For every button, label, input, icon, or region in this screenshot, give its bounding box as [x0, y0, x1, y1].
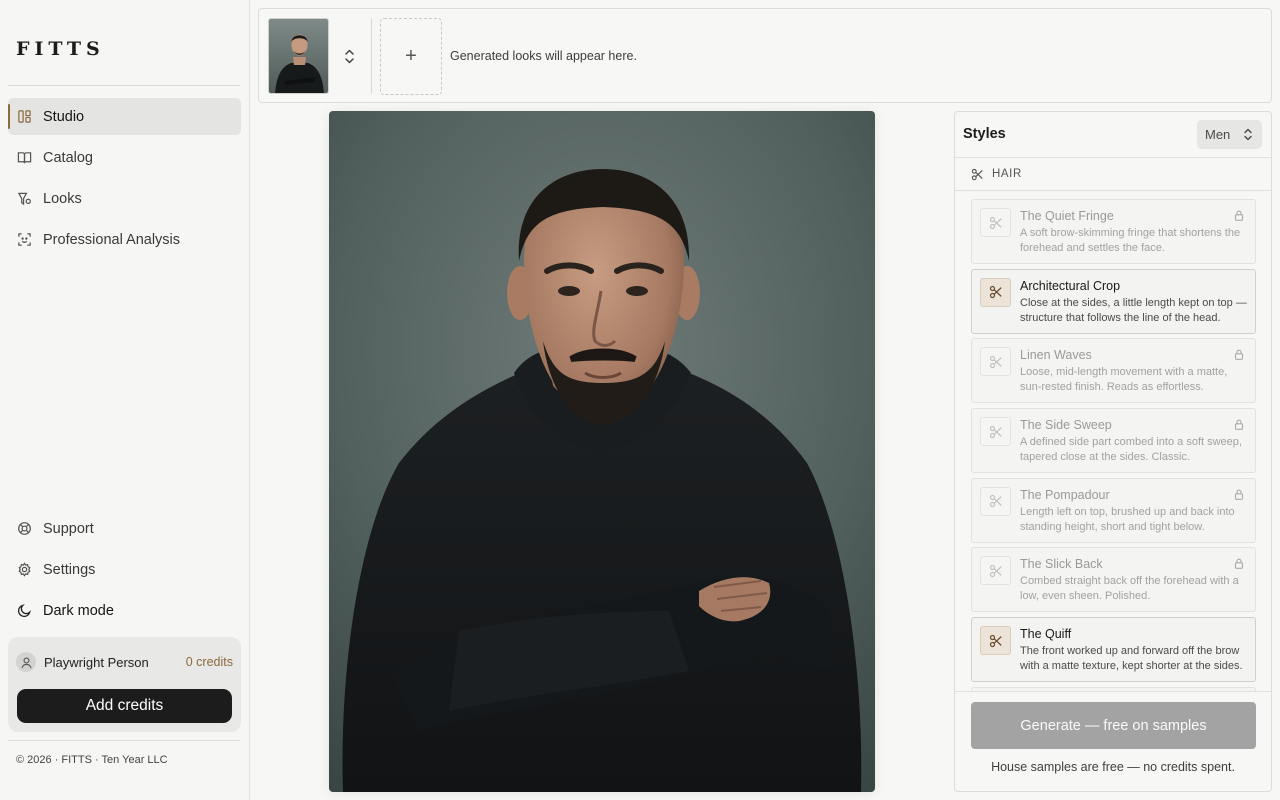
gender-select[interactable]: Men: [1197, 120, 1262, 149]
user-icon: [20, 656, 32, 668]
scissors-icon: [989, 355, 1002, 368]
style-icon: [980, 417, 1011, 447]
scissors-icon: [989, 425, 1002, 438]
looks-strip: + Generated looks will appear here.: [258, 8, 1272, 103]
studio-icon: [18, 110, 31, 123]
copyright: © 2026 · FITTS · Ten Year LLC: [16, 754, 168, 766]
sidebar: FITTS Studio Catalog Looks Professional …: [0, 0, 250, 800]
style-title: The Side Sweep: [1020, 418, 1112, 433]
style-icon: [980, 556, 1011, 586]
lock-icon: [1234, 489, 1244, 500]
style-description: Loose, mid-length movement with a matte,…: [1020, 366, 1228, 394]
scissors-icon: [989, 634, 1002, 647]
nav-label: Settings: [43, 561, 96, 578]
section-label: HAIR: [992, 168, 1022, 180]
portrait-thumbnail-image: [269, 19, 328, 93]
style-description: A soft brow-skimming fringe that shorten…: [1020, 227, 1241, 254]
chevron-up-down-icon: [1244, 128, 1252, 141]
looks-empty-hint: Generated looks will appear here.: [450, 49, 637, 63]
style-card[interactable]: The Quiff The front worked up and forward…: [971, 617, 1256, 683]
gear-icon: [18, 562, 31, 577]
scissors-icon: [989, 216, 1002, 229]
sidebar-footer-divider: [8, 740, 240, 741]
main-nav: Studio Catalog Looks Professional Analys…: [8, 98, 241, 262]
style-icon: [980, 208, 1011, 237]
avatar: [16, 652, 36, 672]
nav-label: Catalog: [43, 149, 93, 166]
sidebar-item-support[interactable]: Support: [8, 510, 241, 547]
account-row[interactable]: Playwright Person 0 credits: [16, 652, 233, 672]
nav-label: Looks: [43, 190, 82, 207]
sidebar-divider: [8, 85, 240, 86]
lock-icon: [1234, 419, 1244, 430]
style-description: A defined side part combed into a soft s…: [1020, 436, 1242, 464]
scissors-icon: [989, 495, 1002, 508]
style-title: The Quiet Fringe: [1020, 209, 1114, 223]
gender-value: Men: [1205, 127, 1231, 142]
style-title: The Slick Back: [1020, 557, 1103, 572]
style-list[interactable]: The Quiet Fringe A soft brow-skimming fri…: [971, 199, 1256, 691]
style-card[interactable]: Linen Waves Loose, mid-length movement wi…: [971, 338, 1256, 404]
hanger-icon: [17, 192, 31, 206]
scissors-icon: [971, 168, 983, 180]
portrait-preview: [329, 111, 875, 792]
samples-note: House samples are free — no credits spen…: [991, 760, 1235, 774]
scan-icon: [18, 233, 31, 246]
sidebar-item-professional-analysis[interactable]: Professional Analysis: [8, 221, 241, 258]
book-icon: [17, 152, 32, 164]
style-icon: [980, 626, 1011, 656]
list-divider: [955, 691, 1271, 692]
photo-switcher[interactable]: [339, 45, 359, 67]
strip-divider: [371, 18, 372, 94]
style-description: Combed straight back off the forehead wi…: [1020, 575, 1239, 603]
nav-label: Support: [43, 520, 94, 537]
style-card[interactable]: The Slick Back Combed straight back off t…: [971, 547, 1256, 613]
lock-icon: [1234, 350, 1244, 361]
credit-balance: 0 credits: [185, 655, 233, 669]
account-name: Playwright Person: [44, 654, 149, 670]
nav-label: Studio: [43, 108, 85, 125]
portrait-image: [329, 111, 875, 792]
panel-header: Styles Men: [955, 112, 1271, 158]
account-card: Playwright Person 0 credits Add credits: [8, 637, 241, 732]
nav-label: Professional Analysis: [43, 231, 181, 248]
style-card[interactable]: The Pompadour Length left on top, brushed…: [971, 477, 1256, 543]
style-title: Architectural Crop: [1020, 278, 1121, 293]
style-card[interactable]: Architectural Crop Close at the sides, a …: [971, 268, 1256, 334]
photo-thumbnail[interactable]: [268, 18, 329, 94]
chevron-up-down-icon: [344, 49, 354, 63]
lock-icon: [1234, 210, 1244, 221]
lifebuoy-icon: [18, 522, 31, 535]
generate-button[interactable]: Generate — free on samples: [971, 702, 1256, 749]
style-icon: [980, 486, 1011, 516]
sidebar-item-catalog[interactable]: Catalog: [8, 139, 241, 176]
style-title: The Pompadour: [1020, 487, 1110, 502]
nav-label: Dark mode: [43, 602, 114, 619]
sidebar-item-settings[interactable]: Settings: [8, 551, 241, 588]
style-icon: [980, 277, 1011, 307]
style-description: Length left on top, brushed up and back …: [1020, 505, 1235, 533]
style-card[interactable]: The Side Sweep A defined side part combed…: [971, 408, 1256, 474]
scissors-icon: [989, 286, 1002, 299]
style-description: The front worked up and forward off the …: [1020, 645, 1243, 673]
sidebar-item-studio[interactable]: Studio: [8, 98, 241, 135]
sidebar-item-looks[interactable]: Looks: [8, 180, 241, 217]
styles-panel: Styles Men HAIR The Quiet Fringe A soft b…: [954, 111, 1272, 792]
lock-icon: [1234, 559, 1244, 570]
add-look-button[interactable]: +: [380, 18, 442, 95]
moon-icon: [17, 604, 31, 618]
dark-mode-toggle[interactable]: Dark mode: [8, 592, 241, 629]
style-description: Close at the sides, a little length kept…: [1020, 296, 1247, 324]
style-card[interactable]: The Quiet Fringe A soft brow-skimming fri…: [971, 199, 1256, 264]
brand-logo[interactable]: FITTS: [16, 38, 105, 60]
add-credits-button[interactable]: Add credits: [17, 689, 232, 723]
style-title: Linen Waves: [1020, 348, 1092, 363]
panel-title: Styles: [963, 126, 1006, 142]
secondary-nav: Support Settings Dark mode: [8, 510, 241, 633]
section-hair: HAIR: [955, 158, 1271, 191]
style-title: The Quiff: [1020, 627, 1072, 642]
style-icon: [980, 347, 1011, 377]
scissors-icon: [989, 564, 1002, 578]
